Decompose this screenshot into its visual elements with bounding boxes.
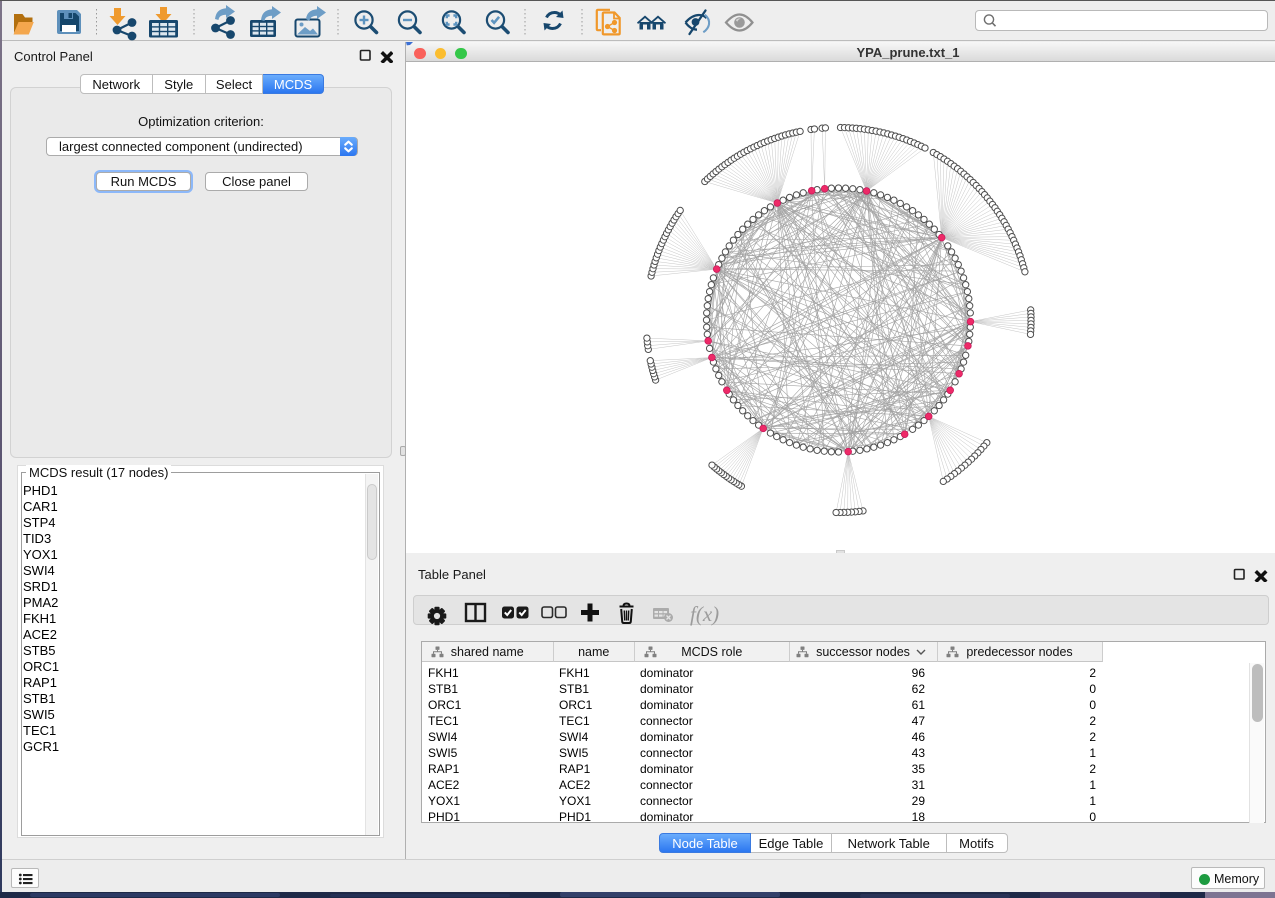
svg-text:f(x): f(x) [690, 602, 719, 626]
